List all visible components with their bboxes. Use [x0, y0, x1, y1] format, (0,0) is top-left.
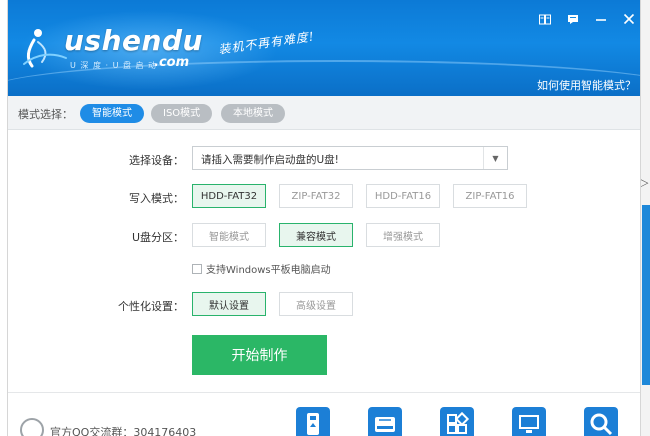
- tablet-support-label: 支持Windows平板电脑启动: [206, 265, 331, 276]
- tablet-support-option[interactable]: 支持Windows平板电脑启动: [192, 261, 331, 276]
- tab-iso-mode[interactable]: ISO模式: [151, 104, 213, 123]
- usb-upgrade-icon[interactable]: [296, 407, 330, 436]
- footer-divider: [8, 392, 640, 393]
- start-button[interactable]: 开始制作: [192, 335, 327, 375]
- write-mode-zip-fat16[interactable]: ZIP-FAT16: [453, 184, 527, 208]
- partition-label: U盘分区：: [131, 231, 184, 244]
- close-icon[interactable]: [622, 12, 636, 26]
- book-icon[interactable]: [538, 12, 552, 26]
- window-controls: [538, 12, 636, 26]
- brand-subtitle: U 深 度 · U 盘 启 动: [70, 61, 158, 70]
- default-settings-button[interactable]: 默认设置: [192, 292, 266, 316]
- monitor-icon[interactable]: [512, 407, 546, 436]
- tab-local-mode[interactable]: 本地模式: [221, 104, 285, 123]
- device-select-value: 请插入需要制作启动盘的U盘!: [201, 154, 339, 166]
- advanced-settings-button[interactable]: 高级设置: [279, 292, 353, 316]
- mode-label: 模式选择：: [18, 108, 73, 121]
- qq-group-text: 官方QQ交流群：304176403: [50, 426, 197, 436]
- tablet-support-checkbox[interactable]: [192, 263, 202, 274]
- write-mode-hdd-fat32[interactable]: HDD-FAT32: [192, 184, 266, 208]
- desktop-background: ▷: [640, 0, 650, 436]
- mode-bar: 模式选择： 智能模式 ISO模式 本地模式: [8, 96, 640, 130]
- write-mode-label: 写入模式：: [129, 192, 184, 205]
- device-select[interactable]: 请插入需要制作启动盘的U盘! ▼: [192, 146, 508, 170]
- hard-disk-icon[interactable]: [368, 407, 402, 436]
- header-banner: ushendu .com U 深 度 · U 盘 启 动 装机不再有难度! 如何…: [8, 0, 640, 96]
- partition-enhanced[interactable]: 增强模式: [366, 223, 440, 247]
- chevron-down-icon[interactable]: ▼: [483, 147, 507, 169]
- background-window-edge: [642, 205, 650, 385]
- help-link[interactable]: 如何使用智能模式？: [537, 77, 636, 93]
- qq-icon: [20, 418, 44, 436]
- search-icon[interactable]: [584, 407, 618, 436]
- partition-compatible[interactable]: 兼容模式: [279, 223, 353, 247]
- tab-smart-mode[interactable]: 智能模式: [80, 104, 144, 123]
- brand-domain: .com: [154, 55, 190, 70]
- feedback-icon[interactable]: [566, 12, 580, 26]
- device-label: 选择设备：: [129, 154, 184, 167]
- write-mode-hdd-fat16[interactable]: HDD-FAT16: [366, 184, 440, 208]
- cursor-arrow-glyph: ▷: [640, 176, 649, 189]
- write-mode-zip-fat32[interactable]: ZIP-FAT32: [279, 184, 353, 208]
- partition-smart[interactable]: 智能模式: [192, 223, 266, 247]
- brand-name: ushendu: [64, 24, 203, 57]
- minimize-icon[interactable]: [594, 12, 608, 26]
- personal-label: 个性化设置：: [118, 300, 184, 313]
- app-window: ushendu .com U 深 度 · U 盘 启 动 装机不再有难度! 如何…: [7, 0, 641, 436]
- logo-icon: [23, 29, 67, 68]
- app-grid-icon[interactable]: [440, 407, 474, 436]
